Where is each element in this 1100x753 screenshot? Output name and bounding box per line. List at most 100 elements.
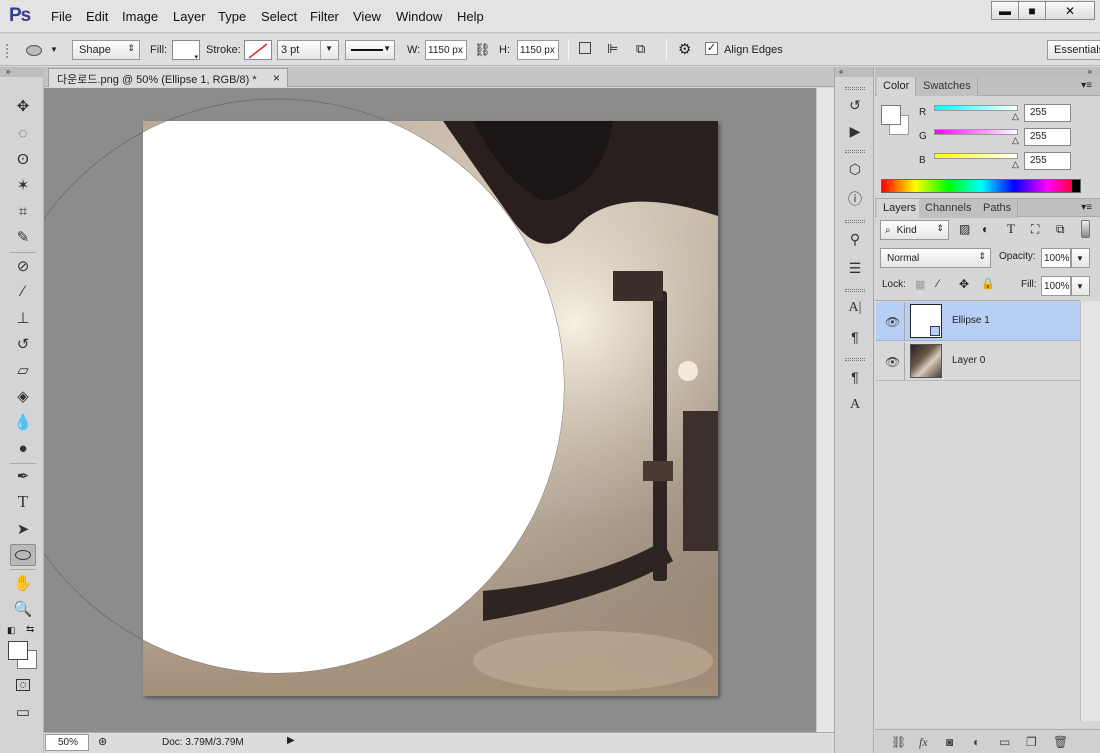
filter-type-icon[interactable]: T	[1007, 221, 1015, 237]
stroke-type-select[interactable]: ▼	[345, 40, 395, 60]
tab-paths[interactable]: Paths	[977, 199, 1019, 218]
default-colors-icon[interactable]: ◧	[7, 625, 16, 636]
adjustments-icon[interactable]: ☰	[844, 257, 866, 279]
swap-colors-icon[interactable]: ⇆	[26, 624, 34, 635]
opacity-input[interactable]: 100%	[1041, 248, 1071, 268]
clone-stamp-tool-icon[interactable]: ⊥	[10, 307, 36, 329]
paragraph-icon[interactable]: ¶	[844, 326, 866, 348]
lock-pixels-icon[interactable]: ∕	[937, 278, 939, 290]
fill-input[interactable]: 100%	[1041, 276, 1071, 296]
menu-select[interactable]: Select	[261, 9, 297, 24]
path-operations-icon[interactable]	[579, 42, 591, 54]
kind-filter-select[interactable]: ⌕ Kind ⇕	[880, 220, 949, 240]
brush-tool-icon[interactable]: ∕	[10, 280, 36, 302]
green-slider[interactable]	[934, 129, 1018, 135]
panel-menu-icon[interactable]: ▾≡	[1081, 80, 1092, 91]
eye-icon[interactable]: 👁	[885, 355, 900, 369]
move-tool-icon[interactable]: ✥	[10, 95, 36, 117]
history-icon[interactable]: ↺	[844, 94, 866, 116]
menu-type[interactable]: Type	[218, 9, 246, 24]
path-arrangement-icon[interactable]: ⧉	[636, 41, 645, 57]
collapse-icon[interactable]: »	[875, 67, 1100, 77]
paint-bucket-tool-icon[interactable]: ◈	[10, 385, 36, 407]
character-icon[interactable]: A|	[844, 297, 866, 319]
lock-position-icon[interactable]: ✥	[959, 277, 969, 291]
layer-name[interactable]: Layer 0	[952, 355, 985, 366]
vertical-scrollbar[interactable]	[816, 88, 834, 732]
layer-thumbnail[interactable]	[910, 344, 942, 378]
menu-image[interactable]: Image	[122, 9, 158, 24]
slider-handle-icon[interactable]: △	[1012, 135, 1019, 146]
screen-mode-icon[interactable]: ▭	[10, 701, 36, 723]
dock-grip[interactable]	[845, 150, 865, 153]
slider-handle-icon[interactable]: △	[1012, 159, 1019, 170]
eraser-tool-icon[interactable]: ▱	[10, 359, 36, 381]
stroke-width-field[interactable]: 3 pt ▼	[277, 40, 339, 60]
fill-swatch[interactable]: ▾	[172, 40, 200, 61]
document-tab[interactable]: 다운로드.png @ 50% (Ellipse 1, RGB/8) * ×	[48, 68, 288, 87]
color-foreground-swatch-top[interactable]	[881, 105, 901, 125]
ellipse-shape-layer[interactable]	[44, 88, 816, 732]
quick-mask-icon[interactable]	[10, 674, 36, 696]
trash-icon[interactable]: 🗑	[1053, 735, 1068, 749]
workspace-switcher[interactable]: Essentials	[1047, 40, 1100, 60]
zoom-tool-icon[interactable]: 🔍	[10, 598, 36, 620]
tab-color[interactable]: Color	[877, 77, 917, 96]
dock-grip[interactable]	[845, 87, 865, 90]
paragraph-styles-icon[interactable]: ¶	[844, 366, 866, 388]
slider-handle-icon[interactable]: △	[1012, 111, 1019, 122]
hand-tool-icon[interactable]: ✋	[10, 572, 36, 594]
blend-mode-select[interactable]: Normal ⇕	[880, 248, 991, 268]
panel-menu-icon[interactable]: ▾≡	[1081, 202, 1092, 213]
green-value-input[interactable]: 255	[1024, 128, 1071, 146]
maximize-button[interactable]: ■	[1018, 1, 1046, 20]
blur-tool-icon[interactable]: 💧	[10, 411, 36, 433]
layer-name[interactable]: Ellipse 1	[952, 315, 990, 326]
menu-edit[interactable]: Edit	[86, 9, 108, 24]
tool-preset-picker[interactable]: ▼	[24, 42, 64, 60]
type-tool-icon[interactable]: T	[10, 491, 36, 513]
link-layers-icon[interactable]: ⛓	[891, 735, 906, 749]
actions-play-icon[interactable]: ▶	[844, 120, 866, 142]
collapse-icon[interactable]: »	[0, 67, 44, 77]
stroke-swatch[interactable]	[244, 40, 272, 60]
height-input[interactable]: 1150 px	[517, 40, 559, 60]
width-input[interactable]: 1150 px	[425, 40, 467, 60]
menu-window[interactable]: Window	[396, 9, 442, 24]
menu-file[interactable]: File	[51, 9, 72, 24]
tab-layers[interactable]: Layers	[877, 199, 924, 218]
tab-channels[interactable]: Channels	[919, 199, 979, 218]
sponge-tool-icon[interactable]: ●	[10, 437, 36, 459]
new-group-icon[interactable]: ▭	[999, 735, 1010, 749]
gear-icon[interactable]: ⚙	[678, 40, 691, 58]
filter-toggle-switch[interactable]	[1081, 220, 1090, 238]
fx-icon[interactable]: fx	[919, 735, 928, 750]
minimize-button[interactable]: ▬	[991, 1, 1019, 20]
healing-brush-tool-icon[interactable]: ⊘	[10, 255, 36, 277]
info-icon[interactable]: ⓘ	[844, 188, 866, 210]
align-edges-checkbox[interactable]: ✓	[705, 42, 718, 55]
tab-swatches[interactable]: Swatches	[917, 77, 978, 96]
marquee-tool-icon[interactable]: ◌	[10, 122, 36, 144]
layers-scrollbar[interactable]	[1080, 301, 1100, 721]
opacity-dropdown[interactable]: ▼	[1071, 248, 1090, 268]
black-white-ramp[interactable]	[1072, 180, 1080, 192]
lock-all-icon[interactable]: 🔒	[981, 277, 995, 290]
eyedropper-tool-icon[interactable]: ✎	[10, 226, 36, 248]
pen-tool-icon[interactable]: ✒	[10, 465, 36, 487]
blue-slider[interactable]	[934, 153, 1018, 159]
dock-grip[interactable]	[845, 289, 865, 292]
canvas-area[interactable]	[44, 88, 816, 732]
menu-layer[interactable]: Layer	[173, 9, 206, 24]
link-icon[interactable]: ⛓	[474, 42, 491, 58]
ellipse-tool-icon[interactable]	[10, 544, 36, 566]
layer-row-layer-0[interactable]: 👁 Layer 0	[876, 342, 1080, 381]
close-window-button[interactable]: ✕	[1045, 1, 1095, 20]
foreground-color-swatch[interactable]	[8, 641, 28, 660]
fill-dropdown[interactable]: ▼	[1071, 276, 1090, 296]
menu-help[interactable]: Help	[457, 9, 484, 24]
layer-row-ellipse-1[interactable]: 👁 Ellipse 1	[876, 302, 1080, 341]
character-styles-icon[interactable]: A	[844, 394, 866, 416]
crop-tool-icon[interactable]: ⌗	[10, 200, 36, 222]
close-tab-icon[interactable]: ×	[273, 71, 280, 85]
